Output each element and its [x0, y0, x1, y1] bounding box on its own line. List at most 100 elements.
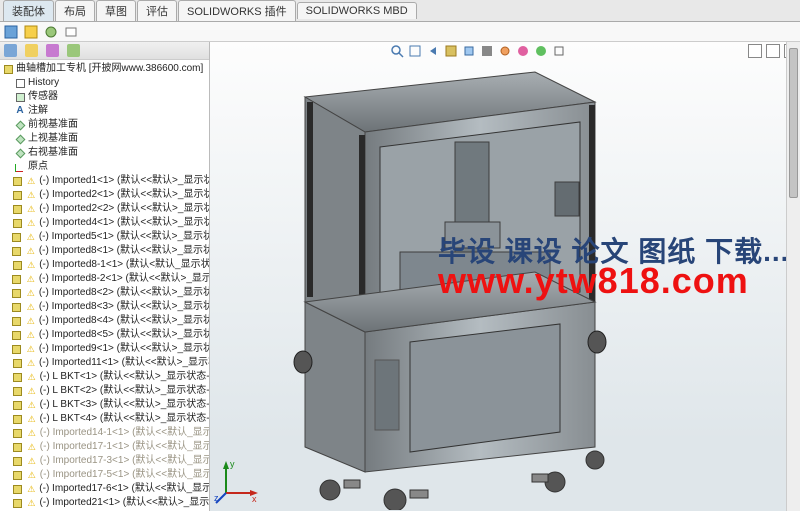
graphics-viewport[interactable]: 毕设 课设 论文 图纸 下载... www.ytw818.com y x z	[210, 42, 800, 511]
warning-icon	[25, 288, 37, 299]
tree-component-item[interactable]: (-) Imported2<2> (默认<<默认>_显示状态	[2, 202, 209, 216]
plane-icon	[14, 148, 26, 159]
warning-icon	[25, 274, 37, 285]
tree-annotation[interactable]: A注解	[2, 104, 209, 118]
view-orientation-icon[interactable]	[462, 44, 476, 58]
warning-icon	[25, 316, 37, 327]
viewport-max-button[interactable]	[766, 44, 780, 58]
tree-component-item[interactable]: (-) Imported4<1> (默认<<默认>_显示状态	[2, 216, 209, 230]
part-icon	[11, 204, 23, 215]
tree-component-item[interactable]: (-) L BKT<4> (默认<<默认>_显示状态-1	[2, 412, 209, 426]
tree-item-label: 右视基准面	[28, 146, 78, 160]
tree-item-label: (-) Imported8<3> (默认<<默认>_显示状态-1	[39, 300, 209, 314]
tree-display-icon[interactable]	[25, 44, 38, 57]
viewport-min-button[interactable]	[748, 44, 762, 58]
tree-component-item[interactable]: (-) L BKT<3> (默认<<默认>_显示状态-1	[2, 398, 209, 412]
prev-view-icon[interactable]	[426, 44, 440, 58]
tree-sensor[interactable]: 传感器	[2, 90, 209, 104]
feature-tree[interactable]: 曲轴槽加工专机 [开披网www.386600.com] History 传感器 …	[0, 60, 209, 511]
filter-icon[interactable]	[4, 44, 17, 57]
tab-evaluate[interactable]: 评估	[137, 0, 177, 21]
tree-plane-top[interactable]: 上视基准面	[2, 132, 209, 146]
tree-item-label: (-) Imported11<1> (默认<<默认>_显示状态	[39, 356, 209, 370]
tree-component-item[interactable]: (-) Imported17-3<1> (默认<<默认_显示	[2, 454, 209, 468]
tree-item-label: 注解	[28, 104, 48, 118]
section-view-icon[interactable]	[444, 44, 458, 58]
view-settings-icon[interactable]	[552, 44, 566, 58]
tab-sw-mbd[interactable]: SOLIDWORKS MBD	[297, 2, 417, 19]
fm-tab-tree-icon[interactable]	[4, 25, 18, 39]
tree-component-item[interactable]: (-) Imported8<4> (默认<<默认>_显示状态-1	[2, 314, 209, 328]
annotation-icon: A	[14, 106, 26, 117]
part-icon	[11, 218, 23, 229]
tree-component-item[interactable]: (-) Imported8<5> (默认<<默认>_显示状态-1	[2, 328, 209, 342]
hide-show-icon[interactable]	[498, 44, 512, 58]
tree-root[interactable]: 曲轴槽加工专机 [开披网www.386600.com]	[2, 62, 209, 76]
fm-tab-display-icon[interactable]	[64, 25, 78, 39]
tree-component-item[interactable]: (-) Imported21<1> (默认<<默认>_显示状	[2, 496, 209, 510]
warning-icon	[26, 386, 38, 397]
part-icon	[11, 330, 23, 341]
part-icon	[11, 344, 23, 355]
tab-sw-addins[interactable]: SOLIDWORKS 插件	[178, 0, 296, 21]
tree-component-item[interactable]: (-) L BKT<1> (默认<<默认>_显示状态-1	[2, 370, 209, 384]
tree-history[interactable]: History	[2, 76, 209, 90]
warning-icon	[25, 246, 37, 257]
zoom-area-icon[interactable]	[408, 44, 422, 58]
tree-component-item[interactable]: (-) Imported17-6<1> (默认<<默认_显示状	[2, 482, 209, 496]
warning-icon	[25, 232, 37, 243]
plane-icon	[14, 134, 26, 145]
tree-options-icon[interactable]	[46, 44, 59, 57]
tree-item-label: (-) Imported21<1> (默认<<默认>_显示状	[39, 496, 209, 510]
tree-plane-front[interactable]: 前视基准面	[2, 118, 209, 132]
zoom-fit-icon[interactable]	[390, 44, 404, 58]
display-style-icon[interactable]	[480, 44, 494, 58]
part-icon	[12, 470, 24, 481]
viewport-scrollbar[interactable]	[786, 42, 800, 511]
warning-icon	[26, 470, 38, 481]
tree-component-item[interactable]: (-) Imported8<3> (默认<<默认>_显示状态-1	[2, 300, 209, 314]
tree-item-label: 上视基准面	[28, 132, 78, 146]
scrollbar-thumb[interactable]	[789, 48, 798, 198]
axis-z-label: z	[214, 493, 219, 503]
tree-component-item[interactable]: (-) Imported11<1> (默认<<默认>_显示状态	[2, 356, 209, 370]
tree-component-item[interactable]: (-) Imported9<1> (默认<<默认>_显示状态-1	[2, 342, 209, 356]
warning-icon	[25, 344, 37, 355]
assembly-icon	[2, 64, 14, 75]
tab-sketch[interactable]: 草图	[96, 0, 136, 21]
tree-more-icon[interactable]	[67, 44, 80, 57]
edit-appearance-icon[interactable]	[516, 44, 530, 58]
tab-assembly[interactable]: 装配体	[3, 0, 54, 21]
tree-component-item[interactable]: (-) Imported8-1<1> (默认<默认_显示状态-	[2, 258, 209, 272]
orientation-triad[interactable]: y x z	[214, 459, 260, 505]
feature-tree-toolbar	[0, 42, 209, 60]
tree-component-item[interactable]: (-) Imported5<1> (默认<<默认>_显示状态-1	[2, 230, 209, 244]
tree-origin[interactable]: 原点	[2, 160, 209, 174]
part-icon	[11, 190, 23, 201]
tree-component-item[interactable]: (-) Imported8<2> (默认<<默认>_显示状态-1	[2, 286, 209, 300]
tree-item-label: (-) Imported8<1> (默认<<默认>_显示状态-1	[39, 244, 209, 258]
tree-item-label: (-) Imported2<2> (默认<<默认>_显示状态	[39, 202, 209, 216]
tree-plane-right[interactable]: 右视基准面	[2, 146, 209, 160]
fm-tab-property-icon[interactable]	[24, 25, 38, 39]
tree-component-item[interactable]: (-) Imported1<1> (默认<<默认>_显示状态	[2, 174, 209, 188]
warning-icon	[26, 414, 38, 425]
tree-component-item[interactable]: (-) Imported14-1<1> (默认<<默认_显示	[2, 426, 209, 440]
part-icon	[12, 456, 24, 467]
apply-scene-icon[interactable]	[534, 44, 548, 58]
folder-icon	[14, 78, 26, 89]
tree-component-item[interactable]: (-) Imported17-5<1> (默认<<默认_显示	[2, 468, 209, 482]
tree-component-item[interactable]: (-) Imported8-2<1> (默认<<默认>_显示状态	[2, 272, 209, 286]
tree-component-item[interactable]: (-) Imported17-1<1> (默认<<默认_显示	[2, 440, 209, 454]
tree-component-item[interactable]: (-) Imported8<1> (默认<<默认>_显示状态-1	[2, 244, 209, 258]
tree-item-label: (-) Imported14-1<1> (默认<<默认_显示	[40, 426, 209, 440]
tree-component-item[interactable]: (-) Imported2<1> (默认<<默认>_显示状态	[2, 188, 209, 202]
tree-component-item[interactable]: (-) L BKT<2> (默认<<默认>_显示状态-1	[2, 384, 209, 398]
plane-icon	[14, 120, 26, 131]
fm-tab-config-icon[interactable]	[44, 25, 58, 39]
tree-item-label: History	[28, 76, 59, 90]
tab-layout[interactable]: 布局	[55, 0, 95, 21]
axis-x-label: x	[252, 494, 257, 504]
part-icon	[12, 372, 24, 383]
tree-item-label: (-) Imported17-1<1> (默认<<默认_显示	[40, 440, 209, 454]
